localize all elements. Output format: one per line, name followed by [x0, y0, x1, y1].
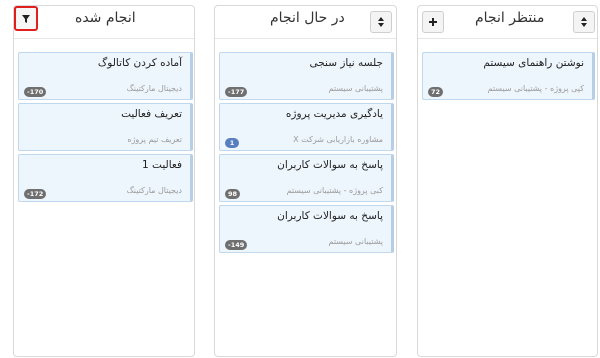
card-badge: 72	[428, 87, 444, 97]
card-progress-3[interactable]: پاسخ به سوالات کاربران کبی پروژه - پشتیب…	[219, 154, 394, 202]
card-done-2[interactable]: تعریف فعالیت تعریف تیم پروژه	[18, 103, 193, 151]
card-subtitle: پشتیبانی سیستم	[328, 84, 383, 93]
column-done-header: انجام شده	[14, 6, 194, 39]
sort-icon	[378, 17, 384, 27]
card-title: پاسخ به سوالات کاربران	[277, 159, 383, 171]
card-badge: -170	[24, 87, 47, 97]
card-subtitle: مشاوره بازاریابی شرکت X	[293, 135, 383, 144]
card-subtitle: دیجیتال مارکتینگ	[126, 186, 182, 195]
add-card-button[interactable]	[422, 11, 444, 33]
card-title: تعریف فعالیت	[121, 108, 182, 120]
add-icon	[429, 18, 437, 26]
card-title: جلسه نیاز سنجی	[309, 57, 384, 69]
card-subtitle: دیجیتال مارکتینگ	[126, 84, 182, 93]
column-in-progress-title: در حال انجام	[270, 10, 345, 26]
card-title: پاسخ به سوالات کاربران	[277, 210, 383, 222]
card-subtitle: کبی پروژه - پشتیبانی سیستم	[286, 186, 383, 195]
card-done-3[interactable]: فعالیت 1 دیجیتال مارکتینگ -172	[18, 154, 193, 202]
card-subtitle: تعریف تیم پروژه	[127, 135, 182, 144]
card-progress-2[interactable]: یادگیری مدیریت پروژه مشاوره بازاریابی شر…	[219, 103, 394, 151]
card-todo-1[interactable]: نوشتن راهنمای سیستم کپی پروژه - پشتیبانی…	[422, 52, 595, 100]
sort-button[interactable]	[573, 11, 595, 33]
column-todo-title: منتظر انجام	[475, 10, 545, 26]
card-badge: 98	[225, 189, 241, 199]
column-todo-header: منتظر انجام	[418, 6, 597, 39]
card-title: آماده کردن کاتالوگ	[97, 57, 182, 69]
card-badge: 1	[225, 138, 239, 148]
card-subtitle: کپی پروژه - پشتیبانی سیستم	[487, 84, 584, 93]
card-progress-4[interactable]: پاسخ به سوالات کاربران پشتیبانی سیستم -1…	[219, 205, 394, 253]
card-title: فعالیت 1	[142, 159, 182, 171]
card-progress-1[interactable]: جلسه نیاز سنجی پشتیبانی سیستم -177	[219, 52, 394, 100]
filter-icon	[22, 14, 30, 23]
sort-button[interactable]	[370, 11, 392, 33]
card-title: نوشتن راهنمای سیستم	[483, 57, 584, 69]
card-subtitle: پشتیبانی سیستم	[328, 237, 383, 246]
card-badge: -177	[225, 87, 248, 97]
card-done-1[interactable]: آماده کردن کاتالوگ دیجیتال مارکتینگ -170	[18, 52, 193, 100]
column-in-progress-header: در حال انجام	[215, 6, 396, 39]
column-done-title: انجام شده	[75, 10, 136, 26]
sort-icon	[581, 17, 587, 27]
card-badge: -149	[225, 240, 248, 250]
column-todo: منتظر انجام نوشتن راهنمای سیستم کپی پروژ…	[417, 5, 598, 357]
card-title: یادگیری مدیریت پروژه	[285, 108, 383, 120]
filter-button[interactable]	[14, 6, 38, 31]
column-done: انجام شده آماده کردن کاتالوگ دیجیتال مار…	[13, 5, 195, 357]
column-in-progress: در حال انجام جلسه نیاز سنجی پشتیبانی سیس…	[214, 5, 397, 357]
card-badge: -172	[24, 189, 47, 199]
